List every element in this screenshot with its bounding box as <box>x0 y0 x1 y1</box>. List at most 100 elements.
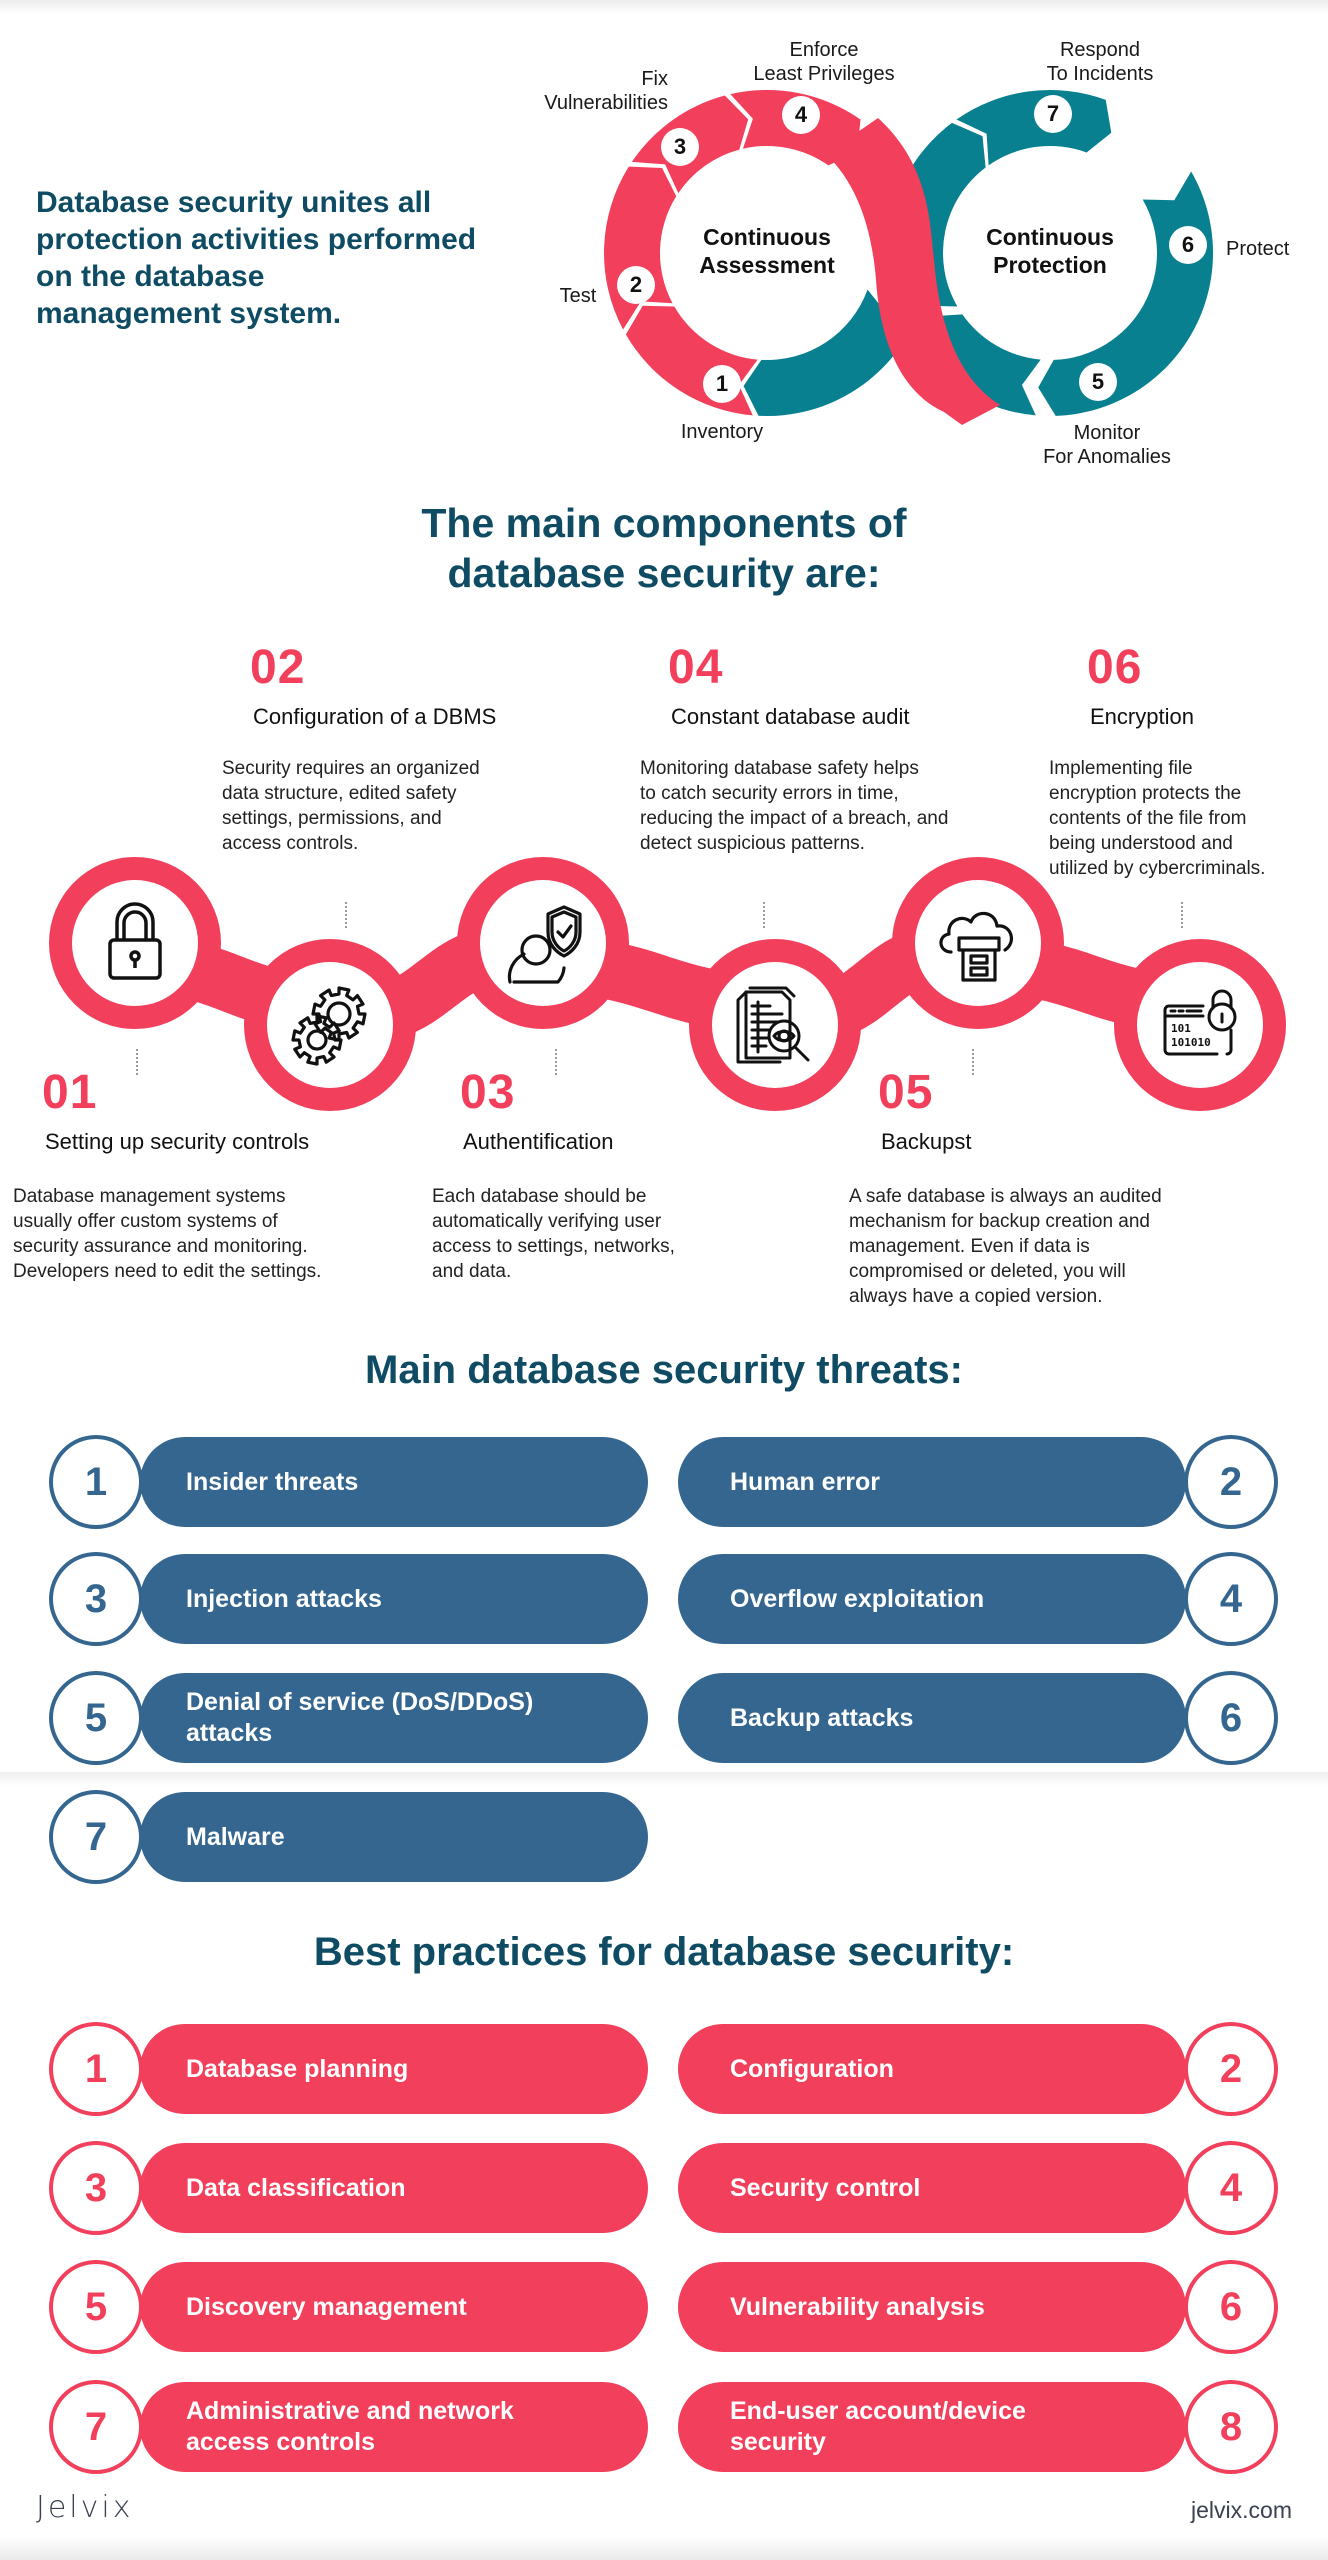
practice-item: End-user account/device security <box>678 2382 1186 2472</box>
component-number-04: 04 <box>668 641 724 694</box>
connector-04 <box>763 902 765 928</box>
threat-label: Human error <box>730 1467 881 1496</box>
step-badge-5: 5 <box>1079 363 1117 401</box>
practice-number: 4 <box>1184 2141 1278 2235</box>
practice-number: 6 <box>1184 2260 1278 2354</box>
threat-label: Injection attacks <box>186 1584 382 1613</box>
padlock-icon <box>108 902 162 980</box>
threats-title: Main database security threats: <box>365 1348 963 1392</box>
jelvix-logo: Jelvix <box>36 2490 134 2525</box>
connector-05 <box>972 1049 974 1075</box>
component-text-01: Database management systems usually offer… <box>13 1186 322 1282</box>
step-label-monitor-anomalies: Monitor For Anomalies <box>1043 422 1171 468</box>
practice-item: Data classification <box>140 2143 648 2233</box>
bottom-shade <box>0 2536 1328 2560</box>
practice-item: Security control <box>678 2143 1186 2233</box>
threat-number: 3 <box>49 1552 143 1646</box>
section-divider <box>0 1772 1328 1786</box>
threat-item: Injection attacks <box>140 1554 648 1644</box>
protection-title: Continuous Protection <box>986 224 1114 278</box>
component-number-02: 02 <box>250 641 306 694</box>
practice-label: End-user account/device <box>730 2397 1026 2425</box>
threat-number: 4 <box>1184 1552 1278 1646</box>
practice-number: 3 <box>49 2141 143 2235</box>
component-text-03: Each database should be automatically ver… <box>432 1186 675 1282</box>
step-label-protect: Protect <box>1226 238 1290 260</box>
component-heading-05: Backupst <box>881 1129 972 1154</box>
assessment-title: Continuous Assessment <box>699 224 835 278</box>
step-label-enforce-least-privileges: Enforce Least Privileges <box>753 39 895 85</box>
step-label-respond-incidents: Respond To Incidents <box>1046 39 1154 85</box>
component-heading-06: Encryption <box>1090 704 1194 729</box>
step-badge-4: 4 <box>782 96 820 134</box>
threat-item: Human error <box>678 1437 1186 1527</box>
binary-lock-icon: 101 101010 <box>1163 989 1237 1056</box>
practice-item: Discovery management <box>140 2262 648 2352</box>
practice-item: Administrative and network access control… <box>140 2382 648 2472</box>
component-heading-04: Constant database audit <box>671 704 910 729</box>
practice-label: Database planning <box>186 2054 409 2083</box>
practice-label: access controls <box>186 2428 375 2456</box>
practice-label: Configuration <box>730 2054 894 2083</box>
gears-icon <box>291 986 367 1066</box>
svg-text:101010: 101010 <box>1171 1036 1211 1049</box>
practice-number: 1 <box>49 2022 143 2116</box>
document-audit-icon <box>736 986 810 1064</box>
component-heading-03: Authentification <box>463 1129 614 1154</box>
practice-item: Database planning <box>140 2024 648 2114</box>
step-badge-6: 6 <box>1169 226 1207 264</box>
practices-title: Best practices for database security: <box>313 1930 1015 1974</box>
practice-number: 7 <box>49 2380 143 2474</box>
components-chain <box>49 857 1286 1111</box>
threat-label: Denial of service (DoS/DDoS) <box>186 1688 534 1716</box>
threat-label: Insider threats <box>186 1467 359 1496</box>
threat-item: Overflow exploitation <box>678 1554 1186 1644</box>
step-label-fix-vulnerabilities: Fix Vulnerabilities <box>544 68 668 114</box>
threat-item: Denial of service (DoS/DDoS) attacks <box>140 1673 648 1763</box>
connector-03 <box>555 1049 557 1075</box>
practice-label: Administrative and network <box>186 2397 514 2425</box>
connector-06 <box>1181 902 1183 928</box>
component-text-05: A safe database is always an audited mech… <box>849 1186 1162 1307</box>
threat-number: 6 <box>1184 1671 1278 1765</box>
step-badge-1: 1 <box>703 365 741 403</box>
threat-label: Backup attacks <box>730 1703 914 1732</box>
cycle-segment-test <box>604 166 677 330</box>
practice-label: Discovery management <box>186 2292 467 2321</box>
component-number-01: 01 <box>42 1066 98 1119</box>
cycle-segment-protect <box>1038 171 1213 416</box>
component-heading-01: Setting up security controls <box>45 1129 310 1154</box>
threat-number: 1 <box>49 1435 143 1529</box>
cloud-backup-icon <box>939 911 1014 982</box>
components-title: The main components of database security… <box>421 500 907 596</box>
component-number-06: 06 <box>1087 641 1143 694</box>
step-badge-7: 7 <box>1034 95 1072 133</box>
threat-number: 7 <box>49 1790 143 1884</box>
threat-label: attacks <box>186 1719 273 1747</box>
threat-item: Insider threats <box>140 1437 648 1527</box>
connector-02 <box>345 902 347 928</box>
practice-number: 8 <box>1184 2380 1278 2474</box>
threat-number: 2 <box>1184 1435 1278 1529</box>
practice-label: Vulnerability analysis <box>730 2292 985 2321</box>
step-badge-3: 3 <box>661 128 699 166</box>
practice-item: Vulnerability analysis <box>678 2262 1186 2352</box>
svg-text:101: 101 <box>1171 1022 1191 1035</box>
connector-01 <box>136 1049 138 1075</box>
practice-label: security <box>730 2428 826 2456</box>
cycle-segment-inventory <box>625 305 758 416</box>
threat-label: Overflow exploitation <box>730 1584 985 1613</box>
component-number-05: 05 <box>878 1066 934 1119</box>
threat-item: Malware <box>140 1792 648 1882</box>
component-heading-02: Configuration of a DBMS <box>253 704 497 729</box>
threat-label: Malware <box>186 1822 285 1851</box>
practice-number: 2 <box>1184 2022 1278 2116</box>
step-label-inventory: Inventory <box>680 421 764 443</box>
threat-number: 5 <box>49 1671 143 1765</box>
user-shield-icon <box>507 905 582 984</box>
component-number-03: 03 <box>460 1066 516 1119</box>
step-label-test: Test <box>559 285 597 307</box>
threat-item: Backup attacks <box>678 1673 1186 1763</box>
step-badge-2: 2 <box>617 266 655 304</box>
practice-item: Configuration <box>678 2024 1186 2114</box>
